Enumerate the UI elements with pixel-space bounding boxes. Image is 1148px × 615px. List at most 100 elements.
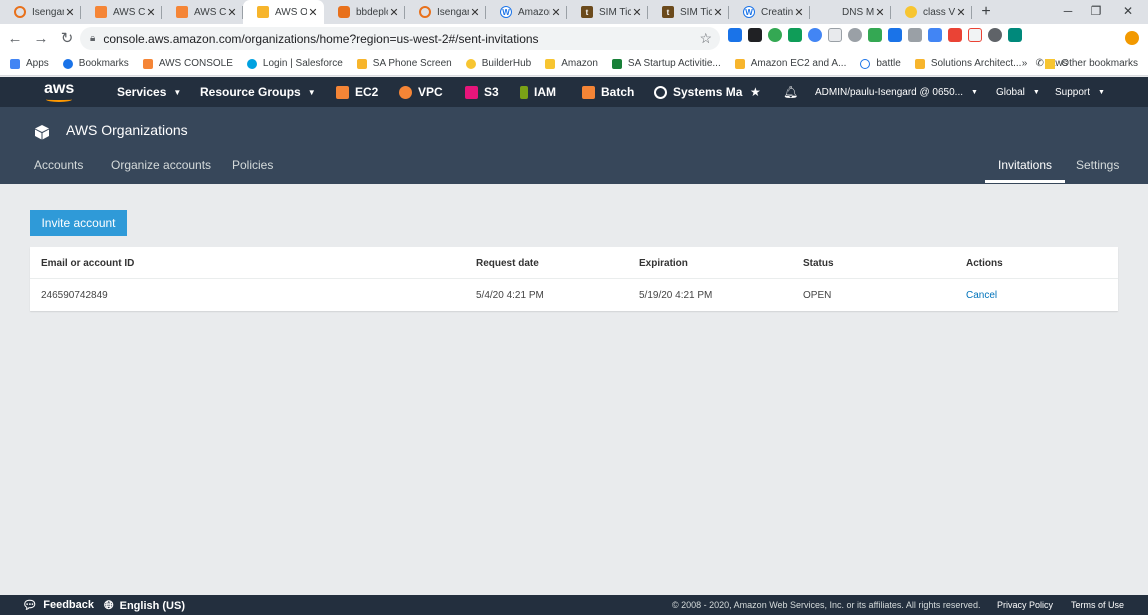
address-bar[interactable]: 🔒︎ console.aws.amazon.com/organizations/… xyxy=(80,27,720,50)
tab-close-icon[interactable]: ✕ xyxy=(712,6,724,19)
wiki-icon: W xyxy=(743,6,755,18)
bookmark-item[interactable]: BuilderHub xyxy=(465,58,531,69)
bookmark-item[interactable]: Login | Salesforce xyxy=(246,58,343,69)
close-window-button[interactable]: ✕ xyxy=(1108,0,1148,24)
extension-download-icon[interactable] xyxy=(728,28,742,42)
tab-close-icon[interactable]: ✕ xyxy=(226,6,238,19)
support-menu[interactable]: Support ▼ xyxy=(1055,77,1105,107)
tab-invitations[interactable]: Invitations xyxy=(984,158,1066,183)
table-header: Email or account ID Request date Expirat… xyxy=(30,247,1118,279)
extension-gear-icon[interactable] xyxy=(988,28,1002,42)
tab-close-icon[interactable]: ✕ xyxy=(64,6,76,19)
extension-icon[interactable] xyxy=(1008,28,1022,42)
tab-close-icon[interactable]: ✕ xyxy=(307,6,319,19)
browser-tab[interactable]: Isengard✕ xyxy=(0,0,81,24)
extension-icon[interactable] xyxy=(908,28,922,42)
extension-icon[interactable] xyxy=(828,28,842,42)
browser-tab[interactable]: WAmazon✕ xyxy=(486,0,567,24)
cancel-invitation-link[interactable]: Cancel xyxy=(966,290,997,301)
region-menu[interactable]: Global ▼ xyxy=(996,77,1040,107)
shortcut-s3[interactable]: S3 xyxy=(465,77,499,107)
extension-icon[interactable] xyxy=(848,28,862,42)
bookmark-item[interactable]: AWS CONSOLE xyxy=(142,58,233,69)
other-bookmarks[interactable]: Other bookmarks xyxy=(1061,58,1138,69)
aws-smile-icon xyxy=(46,97,72,102)
organizations-cube-icon xyxy=(35,125,49,140)
privacy-policy-link[interactable]: Privacy Policy xyxy=(997,600,1053,610)
browser-tab[interactable]: bbdeplo✕ xyxy=(324,0,405,24)
shortcut-batch[interactable]: Batch xyxy=(582,77,634,107)
invite-account-button[interactable]: Invite account xyxy=(30,210,127,236)
bookmark-item[interactable]: battle xyxy=(860,58,901,69)
shortcut-ec2[interactable]: EC2 xyxy=(336,77,378,107)
pin-icon[interactable]: ★ xyxy=(750,77,761,107)
shortcut-iam[interactable]: IAM xyxy=(520,77,556,107)
profile-avatar-icon[interactable] xyxy=(1125,31,1139,45)
shortcut-systems-manager[interactable]: Systems Ma xyxy=(654,77,742,107)
url-text: console.aws.amazon.com/organizations/hom… xyxy=(103,31,539,46)
language-selector[interactable]: 🌐︎ English (US) xyxy=(104,598,185,613)
bell-icon[interactable]: 🔔︎ xyxy=(783,77,798,107)
aws-cube-icon xyxy=(142,58,153,69)
tab-close-icon[interactable]: ✕ xyxy=(793,6,805,19)
extension-icon[interactable] xyxy=(748,28,762,42)
forward-arrow-icon[interactable]: → xyxy=(28,30,54,47)
reload-icon[interactable]: ↻ xyxy=(54,29,80,47)
extension-icon[interactable] xyxy=(868,28,882,42)
bookmark-item[interactable]: Solutions Architect... xyxy=(914,58,1021,69)
shortcut-vpc[interactable]: VPC xyxy=(399,77,443,107)
bookmark-item[interactable]: Amazon EC2 and A... xyxy=(734,58,846,69)
tab-policies[interactable]: Policies xyxy=(232,158,273,172)
caret-down-icon: ▼ xyxy=(971,88,978,96)
back-arrow-icon[interactable]: ← xyxy=(2,30,28,47)
cell-request-date: 5/4/20 4:21 PM xyxy=(476,290,544,301)
tab-close-icon[interactable]: ✕ xyxy=(550,6,562,19)
tab-accounts[interactable]: Accounts xyxy=(34,158,83,172)
extension-translate-icon[interactable] xyxy=(928,28,942,42)
tab-close-icon[interactable]: ✕ xyxy=(145,6,157,19)
bookmark-item[interactable]: SA Startup Activitie... xyxy=(611,58,721,69)
bookmark-star-icon[interactable]: ☆ xyxy=(699,30,712,47)
extension-icon[interactable] xyxy=(968,28,982,42)
extension-icon[interactable] xyxy=(788,28,802,42)
browser-tab[interactable]: DNS Ma✕ xyxy=(810,0,891,24)
feedback-button[interactable]: 💬︎ Feedback xyxy=(22,598,94,612)
tab-close-icon[interactable]: ✕ xyxy=(874,6,886,19)
bookmark-item[interactable]: Amazon xyxy=(545,58,598,69)
aws-console-nav: aws Services ▼ Resource Groups ▼ EC2 VPC S… xyxy=(0,77,1148,107)
extension-icon[interactable] xyxy=(768,28,782,42)
tab-settings[interactable]: Settings xyxy=(1076,158,1119,172)
tab-close-icon[interactable]: ✕ xyxy=(955,6,967,19)
services-menu[interactable]: Services ▼ xyxy=(117,77,181,107)
bookmark-item[interactable]: SA Phone Screen xyxy=(356,58,452,69)
terms-of-use-link[interactable]: Terms of Use xyxy=(1071,600,1124,610)
browser-tab-active[interactable]: AWS Or✕ xyxy=(243,0,324,24)
account-menu[interactable]: ADMIN/paulu-Isengard @ 0650... ▼ xyxy=(815,77,978,107)
sheet-icon xyxy=(611,58,622,69)
bookmarks-overflow-button[interactable]: » xyxy=(1022,58,1028,69)
browser-tab[interactable]: AWS Co✕ xyxy=(162,0,243,24)
aws-logo[interactable]: aws xyxy=(44,80,74,102)
browser-tab[interactable]: tSIM Tick✕ xyxy=(567,0,648,24)
cell-status: OPEN xyxy=(803,290,832,301)
extension-pdf-icon[interactable] xyxy=(948,28,962,42)
browser-tab[interactable]: tSIM Tick✕ xyxy=(648,0,729,24)
bookmark-item[interactable]: Apps xyxy=(10,58,49,69)
folder-icon xyxy=(545,58,556,69)
cell-expiration: 5/19/20 4:21 PM xyxy=(639,290,713,301)
browser-tab[interactable]: class Vp✕ xyxy=(891,0,972,24)
isengard-icon xyxy=(14,6,26,18)
browser-tab[interactable]: Isengard✕ xyxy=(405,0,486,24)
tab-close-icon[interactable]: ✕ xyxy=(469,6,481,19)
tab-organize-accounts[interactable]: Organize accounts xyxy=(111,158,211,172)
bookmarks-bar: Apps Bookmarks AWS CONSOLE Login | Sales… xyxy=(0,52,1148,76)
new-tab-button[interactable]: + xyxy=(972,0,1000,24)
browser-tab[interactable]: AWS Co✕ xyxy=(81,0,162,24)
bookmark-item[interactable]: Bookmarks xyxy=(62,58,129,69)
resource-groups-menu[interactable]: Resource Groups ▼ xyxy=(200,77,316,107)
tab-close-icon[interactable]: ✕ xyxy=(631,6,643,19)
tab-close-icon[interactable]: ✕ xyxy=(388,6,400,19)
browser-tab[interactable]: WCreating✕ xyxy=(729,0,810,24)
extension-calendar-icon[interactable] xyxy=(888,28,902,42)
extension-icon[interactable] xyxy=(808,28,822,42)
